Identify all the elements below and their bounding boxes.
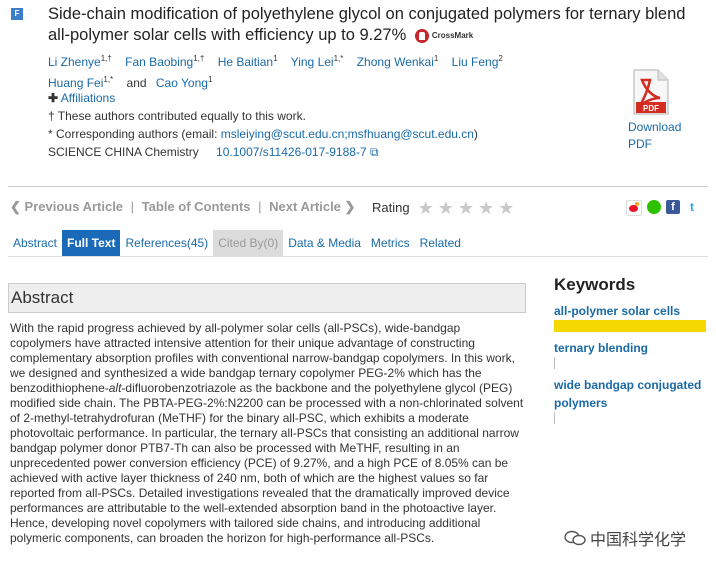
author-link[interactable]: Huang Fei1,* [48, 75, 113, 90]
author-link[interactable]: Liu Feng2 [452, 54, 503, 69]
author-link[interactable]: Li Zhenye1,† [48, 54, 112, 69]
doi-link[interactable]: 10.1007/s11426-017-9188-7 ⧉ [216, 145, 379, 159]
pdf-label: PDF [628, 137, 652, 151]
star-icon[interactable]: ★ [438, 199, 454, 217]
author-link[interactable]: Fan Baobing1,† [125, 54, 204, 69]
pdf-icon-text: PDF [643, 104, 659, 113]
crossmark-label: CrossMark [431, 31, 474, 41]
corresponding-authors: * Corresponding authors (email: msleiyin… [48, 127, 478, 141]
wechat-icon[interactable] [647, 200, 661, 214]
download-label: Download [628, 120, 682, 134]
tab-underline [8, 256, 708, 257]
pdf-file-icon: PDF [630, 68, 670, 116]
contribution-note: † These authors contributed equally to t… [48, 109, 306, 123]
rating-widget: Rating ★ ★ ★ ★ ★ [372, 199, 514, 217]
article-title-text: Side-chain modification of polyethylene … [48, 5, 686, 44]
star-icon[interactable]: ★ [478, 199, 494, 217]
corr-emails-link[interactable]: msleiying@scut.edu.cn;msfhuang@scut.edu.… [221, 127, 474, 141]
table-of-contents-link[interactable]: Table of Contents [142, 199, 251, 214]
crossmark-icon [414, 28, 429, 43]
article-type-badge: F [11, 8, 23, 20]
tab-cited-by[interactable]: Cited By(0) [213, 230, 284, 256]
chevron-right-icon: ❯ [344, 199, 356, 214]
twitter-icon[interactable]: t [685, 200, 699, 214]
abstract-heading: Abstract [8, 283, 526, 313]
journal-name: SCIENCE CHINA Chemistry [48, 145, 199, 159]
author-link[interactable]: Zhong Wenkai1 [357, 54, 439, 69]
star-icon[interactable]: ★ [458, 199, 474, 217]
affiliations-label: Affiliations [60, 91, 116, 105]
keywords-heading: Keywords [554, 275, 636, 294]
weibo-icon[interactable] [626, 200, 642, 216]
chevron-left-icon: ❮ [10, 199, 21, 214]
nav-separator: | [258, 199, 262, 214]
author-link[interactable]: Ying Lei1,* [291, 54, 344, 69]
keyword-link[interactable]: wide bandgap conjugated polymers [554, 376, 706, 412]
next-article-link[interactable]: Next Article ❯ [269, 199, 355, 214]
share-buttons: f t [626, 200, 699, 216]
article-navigation: ❮ Previous Article | Table of Contents |… [10, 199, 355, 215]
tab-abstract[interactable]: Abstract [8, 230, 62, 256]
star-icon[interactable]: ★ [418, 199, 434, 217]
keyword-highlight-bar [554, 320, 706, 332]
keyword-tick [554, 412, 555, 424]
article-tabs: Abstract Full Text References(45) Cited … [8, 230, 466, 256]
nav-separator: | [130, 199, 135, 214]
tab-references[interactable]: References(45) [120, 230, 213, 256]
author-link[interactable]: He Baitian1 [218, 54, 278, 69]
external-link-icon: ⧉ [369, 145, 379, 159]
rating-label: Rating [372, 200, 410, 215]
divider [8, 186, 708, 187]
keyword-tick [554, 357, 555, 369]
keyword-link[interactable]: all-polymer solar cells [554, 302, 706, 320]
star-icon[interactable]: ★ [498, 199, 514, 217]
corr-suffix: ) [473, 127, 478, 141]
facebook-icon[interactable]: f [666, 200, 680, 214]
affiliations-toggle[interactable]: ✚ Affiliations [48, 91, 115, 105]
pdf-download[interactable]: PDF Download PDF [628, 68, 708, 153]
watermark-text: 中国科学化学 [590, 532, 687, 549]
crossmark-button[interactable]: CrossMark [414, 25, 474, 46]
tab-data-media[interactable]: Data & Media [283, 230, 366, 256]
tab-metrics[interactable]: Metrics [366, 230, 415, 256]
and-word: and [126, 76, 147, 90]
tab-related[interactable]: Related [415, 230, 466, 256]
watermark: 中国科学化学 [564, 526, 686, 550]
author-list: Li Zhenye1,† Fan Baobing1,† He Baitian1 … [48, 50, 568, 92]
journal-line: SCIENCE CHINA Chemistry 10.1007/s11426-0… [48, 145, 379, 160]
keyword-link[interactable]: ternary blending [554, 339, 706, 357]
tab-full-text[interactable]: Full Text [62, 230, 121, 256]
abstract-text: With the rapid progress achieved by all-… [10, 321, 524, 545]
corr-prefix: * Corresponding authors (email: [48, 127, 221, 141]
wechat-logo-icon [564, 530, 586, 546]
previous-article-link[interactable]: ❮ Previous Article [10, 199, 123, 214]
plus-icon: ✚ [48, 91, 59, 105]
article-title: Side-chain modification of polyethylene … [48, 4, 688, 46]
author-link[interactable]: Cao Yong1 [156, 75, 213, 90]
